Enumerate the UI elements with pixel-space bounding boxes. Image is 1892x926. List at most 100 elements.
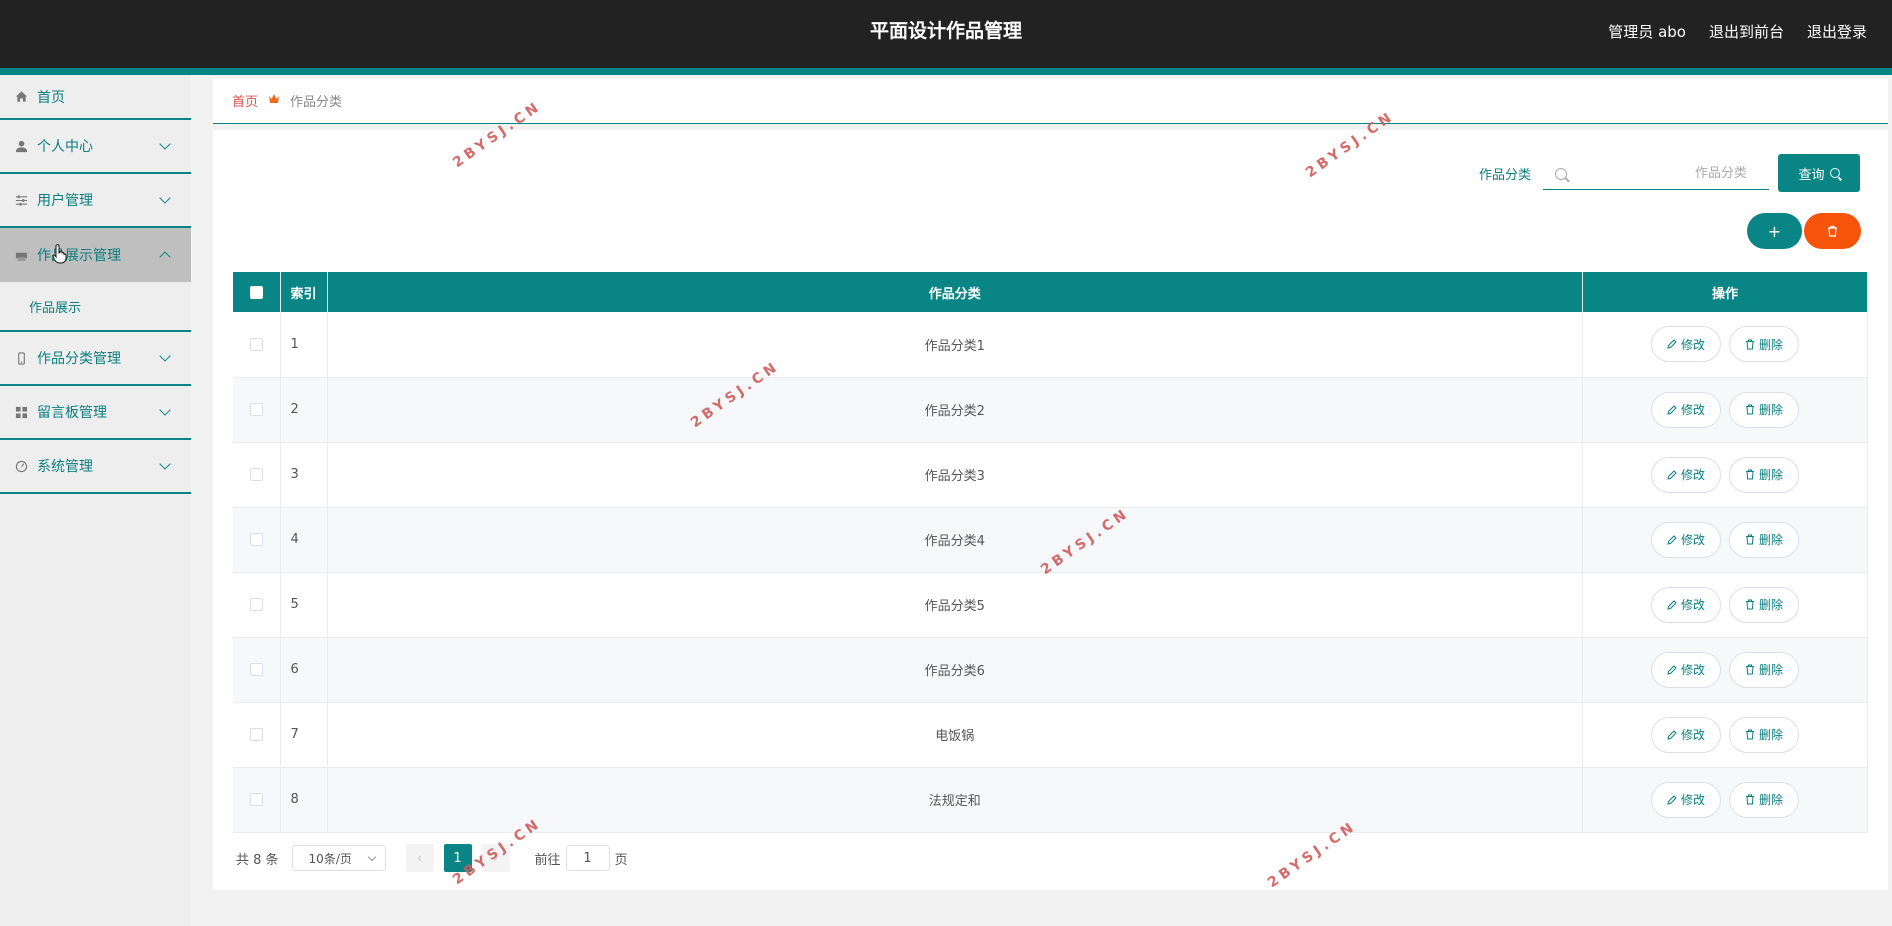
edit-button[interactable]: 修改 [1651, 586, 1721, 623]
sidebar-item-user-management[interactable]: 用户管理 [0, 174, 191, 228]
edit-icon [1667, 729, 1677, 740]
edit-button[interactable]: 修改 [1651, 456, 1721, 493]
chevron-right-icon: › [492, 850, 499, 866]
row-checkbox[interactable] [249, 663, 263, 676]
delete-button[interactable]: 删除 [1729, 781, 1799, 818]
chevron-down-icon [159, 458, 171, 470]
edit-button[interactable]: 修改 [1651, 781, 1721, 818]
header-select-all[interactable] [233, 272, 281, 312]
chevron-up-icon [159, 251, 171, 263]
chevron-down-icon [367, 852, 376, 862]
edit-icon [1667, 599, 1677, 610]
row-ops: 修改 删除 [1582, 767, 1868, 833]
edit-button[interactable]: 修改 [1651, 521, 1721, 558]
table-row: 5 作品分类5 修改 删除 [233, 572, 1868, 638]
row-select-cell [233, 702, 281, 768]
trash-icon [1745, 599, 1754, 610]
delete-button[interactable]: 删除 [1729, 521, 1799, 558]
row-ops: 修改 删除 [1582, 637, 1868, 703]
row-checkbox[interactable] [249, 403, 263, 416]
sidebar-item-home[interactable]: 首页 [0, 75, 191, 120]
table-row: 8 法规定和 修改 删除 [233, 767, 1868, 833]
delete-button[interactable]: 删除 [1729, 586, 1799, 623]
delete-button-label: 删除 [1758, 728, 1783, 742]
delete-button[interactable]: 删除 [1729, 326, 1799, 363]
select-all-checkbox[interactable] [249, 285, 263, 299]
top-header: 平面设计作品管理 管理员 abo 退出到前台 退出登录 [0, 0, 1892, 68]
exit-to-front-link[interactable]: 退出到前台 [1709, 21, 1784, 42]
page-number-current[interactable]: 1 [443, 844, 472, 872]
header-accent-bar [0, 68, 1892, 75]
goto-page-input[interactable] [565, 845, 610, 871]
sidebar-item-label: 系统管理 [37, 459, 93, 475]
delete-button-label: 删除 [1758, 598, 1783, 612]
sidebar-item-personal-center[interactable]: 个人中心 [0, 120, 191, 174]
logout-link[interactable]: 退出登录 [1807, 21, 1867, 42]
sidebar-item-works-display-management[interactable]: 作品展示管理 [0, 228, 191, 282]
edit-button[interactable]: 修改 [1651, 651, 1721, 688]
row-checkbox[interactable] [249, 468, 263, 481]
edit-icon [1667, 469, 1677, 480]
sidebar-subitem-works-display[interactable]: 作品展示 [0, 282, 191, 332]
edit-button[interactable]: 修改 [1651, 391, 1721, 428]
row-ops: 修改 删除 [1582, 312, 1868, 378]
row-select-cell [233, 637, 281, 703]
row-index: 1 [280, 312, 328, 378]
edit-icon [1667, 534, 1677, 545]
search-label: 作品分类 [1479, 168, 1532, 183]
edit-button-label: 修改 [1680, 337, 1705, 352]
search-box [1543, 158, 1769, 190]
plus-icon: + [1767, 221, 1782, 241]
sidebar-item-label: 用户管理 [37, 193, 93, 209]
search-input[interactable] [1567, 166, 1769, 181]
row-checkbox[interactable] [249, 793, 263, 806]
chevron-down-icon [159, 404, 171, 416]
sidebar-item-label: 作品展示管理 [37, 248, 121, 264]
delete-button[interactable]: 删除 [1729, 456, 1799, 493]
sidebar-item-message-board-management[interactable]: 留言板管理 [0, 386, 191, 440]
row-checkbox[interactable] [249, 337, 263, 351]
row-checkbox[interactable] [249, 598, 263, 611]
row-checkbox[interactable] [249, 533, 263, 546]
breadcrumb-home-link[interactable]: 首页 [232, 91, 258, 110]
delete-button[interactable]: 删除 [1729, 391, 1799, 428]
add-button[interactable]: + [1747, 213, 1802, 249]
sidebar-item-works-category-management[interactable]: 作品分类管理 [0, 332, 191, 386]
chevron-left-icon: ‹ [416, 850, 423, 866]
trash-icon [1745, 729, 1754, 740]
row-index: 5 [280, 572, 328, 638]
edit-icon [1667, 794, 1677, 805]
query-button[interactable]: 查询 [1778, 154, 1860, 192]
row-checkbox[interactable] [249, 728, 263, 741]
edit-button[interactable]: 修改 [1651, 716, 1721, 753]
batch-delete-button[interactable] [1804, 213, 1861, 249]
sliders-icon [14, 193, 28, 207]
delete-button[interactable]: 删除 [1729, 716, 1799, 753]
prev-page-button[interactable]: ‹ [405, 844, 434, 872]
row-index: 7 [280, 702, 328, 768]
phone-icon [14, 351, 28, 365]
hand-cursor-icon [52, 244, 67, 264]
sidebar-item-system-management[interactable]: 系统管理 [0, 440, 191, 494]
table-row: 3 作品分类3 修改 删除 [233, 442, 1868, 508]
table-header-row: 索引 作品分类 操作 [233, 272, 1868, 312]
edit-button-label: 修改 [1680, 663, 1705, 677]
goto-prefix: 前往 [534, 852, 561, 868]
delete-button-label: 删除 [1758, 793, 1783, 807]
row-ops: 修改 删除 [1582, 702, 1868, 768]
gauge-icon [14, 459, 28, 473]
edit-button-label: 修改 [1680, 793, 1705, 807]
goto-page: 前往 页 [535, 845, 628, 871]
delete-button-label: 删除 [1758, 468, 1783, 482]
page-size-value: 10条/页 [308, 851, 352, 866]
next-page-button[interactable]: › [481, 844, 510, 872]
row-category-name: 电饭锅 [327, 702, 1583, 768]
edit-button[interactable]: 修改 [1651, 326, 1721, 363]
delete-button[interactable]: 删除 [1729, 651, 1799, 688]
grid-icon [14, 405, 28, 419]
page-size-select[interactable]: 10条/页 [291, 845, 386, 871]
delete-button-label: 删除 [1758, 337, 1783, 352]
sidebar-item-label: 首页 [37, 89, 65, 106]
row-select-cell [233, 572, 281, 638]
row-category-name: 作品分类3 [327, 442, 1583, 508]
